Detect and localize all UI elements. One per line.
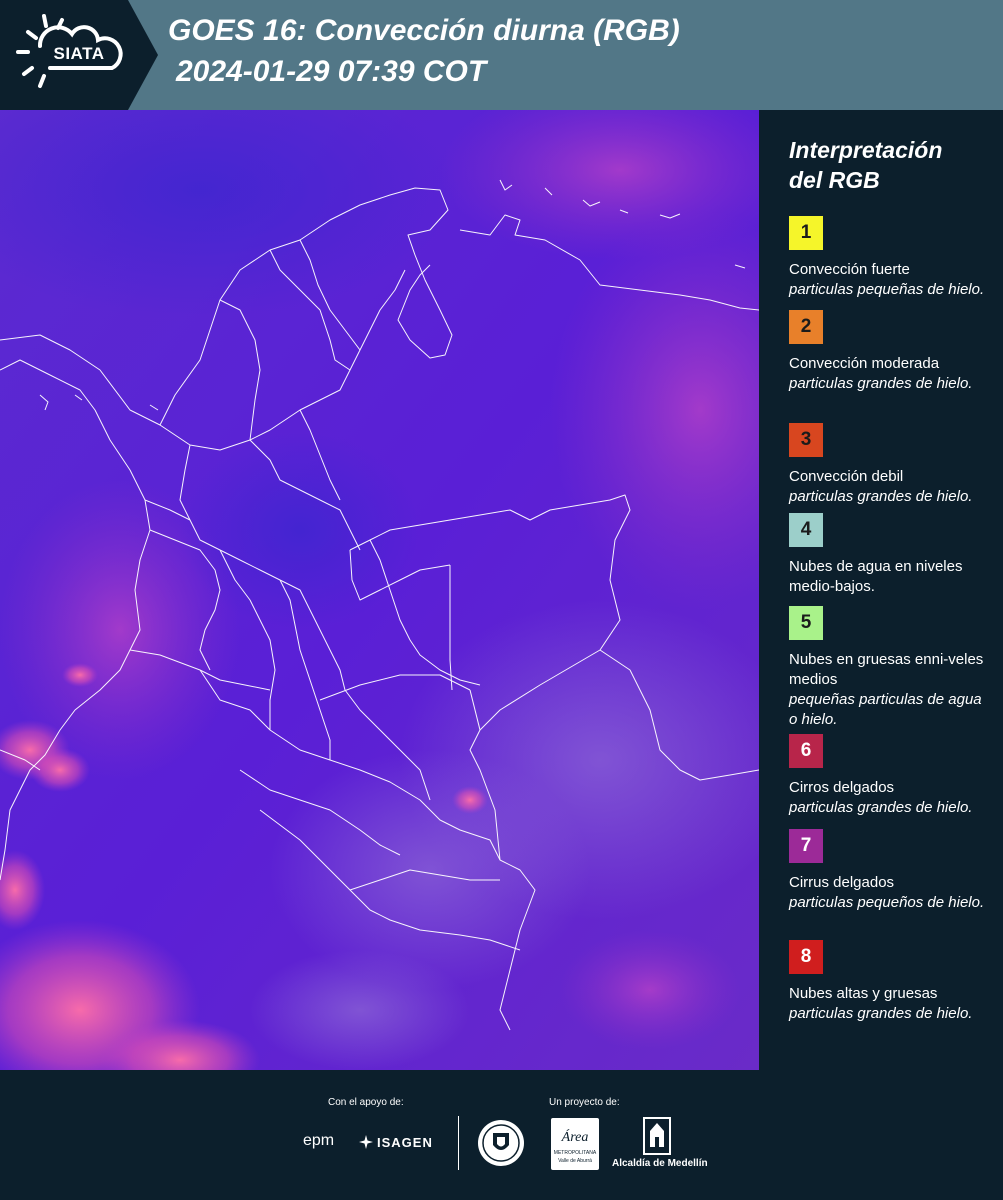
legend-item-4: 4 Nubes de agua en niveles medio-bajos. xyxy=(789,513,989,597)
legend-swatch: 4 xyxy=(789,513,823,547)
legend-swatch: 7 xyxy=(789,829,823,863)
support-label: Con el apoyo de: xyxy=(328,1097,404,1108)
cathedral-icon xyxy=(643,1117,671,1155)
legend-item-name: Cirrus delgados xyxy=(789,874,895,891)
legend-swatch: 8 xyxy=(789,940,823,974)
legend-item-name: Convección debil xyxy=(789,468,904,485)
alcaldia-medellin-label: Alcaldía de Medellín xyxy=(612,1158,708,1169)
legend-item-name: Nubes en gruesas enni-veles medios xyxy=(789,651,984,688)
legend-item-8: 8 Nubes altas y gruesas particulas grand… xyxy=(789,940,989,1024)
satellite-map[interactable] xyxy=(0,110,759,1070)
legend-item-name: Cirros delgados xyxy=(789,779,895,796)
area-logo-sub2: Valle de Aburrá xyxy=(558,1158,592,1164)
legend-title: Interpretación del RGB xyxy=(789,135,989,195)
page-timestamp: 2024-01-29 07:39 COT xyxy=(176,55,487,88)
legend-title-line2: del RGB xyxy=(789,167,880,193)
siata-logo: SIATA xyxy=(0,0,158,110)
shield-icon xyxy=(478,1120,524,1166)
isagen-star-icon xyxy=(359,1135,373,1149)
area-logo-text: Área xyxy=(561,1130,589,1145)
legend-item-2: 2 Convección moderada particulas grandes… xyxy=(789,310,989,394)
page-title: GOES 16: Convección diurna (RGB) xyxy=(168,14,680,47)
legend-item-1: 1 Convección fuerte particulas pequeñas … xyxy=(789,216,989,300)
legend-swatch: 3 xyxy=(789,423,823,457)
logo-text: SIATA xyxy=(53,44,105,63)
legend-title-line1: Interpretación xyxy=(789,137,943,163)
area-metropolitana-logo: Área METROPOLITANA Valle de Aburrá xyxy=(551,1118,599,1170)
legend-item-desc: particulas pequeñas de hielo. xyxy=(789,281,985,298)
legend-item-name: Nubes altas y gruesas xyxy=(789,985,938,1002)
legend-swatch: 6 xyxy=(789,734,823,768)
header-bar: SIATA GOES 16: Convección diurna (RGB) 2… xyxy=(0,0,1003,110)
isagen-logo: ISAGEN xyxy=(377,1135,433,1150)
legend-item-7: 7 Cirrus delgados particulas pequeños de… xyxy=(789,829,989,913)
legend-item-name: Nubes de agua en niveles medio-bajos. xyxy=(789,558,963,595)
area-logo-sub1: METROPOLITANA xyxy=(553,1150,597,1156)
footer-divider xyxy=(458,1116,459,1170)
legend-item-6: 6 Cirros delgados particulas grandes de … xyxy=(789,734,989,818)
legend-swatch: 1 xyxy=(789,216,823,250)
legend-item-desc: particulas grandes de hielo. xyxy=(789,1005,973,1022)
project-label: Un proyecto de: xyxy=(549,1097,620,1108)
epm-logo: epm xyxy=(303,1132,335,1149)
legend-item-desc: particulas grandes de hielo. xyxy=(789,799,973,816)
legend-item-name: Convección fuerte xyxy=(789,261,910,278)
legend-swatch: 2 xyxy=(789,310,823,344)
legend-item-5: 5 Nubes en gruesas enni-veles medios peq… xyxy=(789,606,989,730)
legend-item-desc: particulas pequeños de hielo. xyxy=(789,894,985,911)
legend-item-desc: particulas grandes de hielo. xyxy=(789,375,973,392)
legend-swatch: 5 xyxy=(789,606,823,640)
legend-item-desc: pequeñas particulas de agua o hielo. xyxy=(789,691,982,728)
legend-item-name: Convección moderada xyxy=(789,355,940,372)
legend-item-3: 3 Convección debil particulas grandes de… xyxy=(789,423,989,507)
legend-item-desc: particulas grandes de hielo. xyxy=(789,488,973,505)
